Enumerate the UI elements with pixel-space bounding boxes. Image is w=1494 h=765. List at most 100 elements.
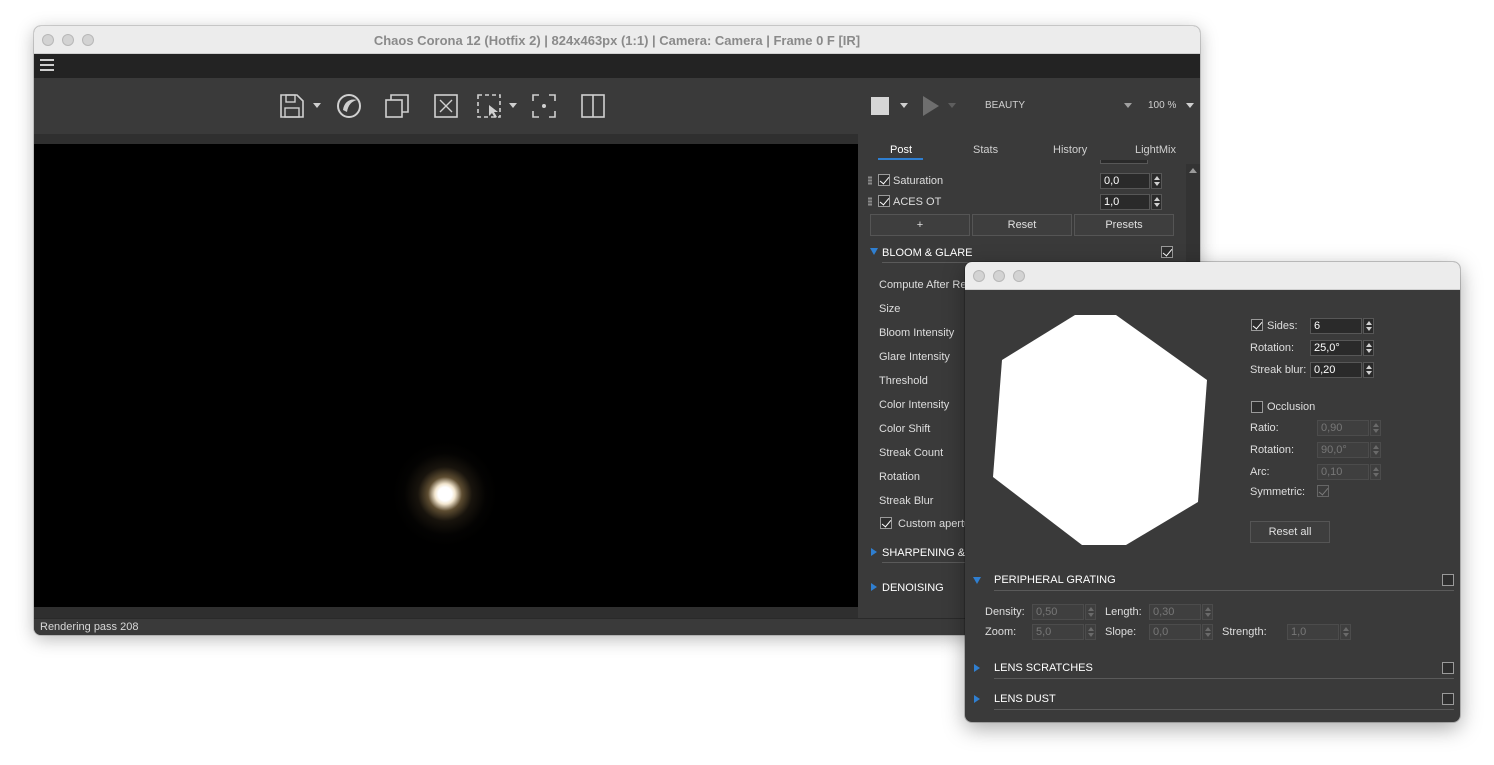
length-label: Length: bbox=[1105, 606, 1142, 618]
size-label: Size bbox=[879, 303, 901, 315]
close-window-button[interactable] bbox=[973, 270, 985, 282]
rendered-light-source bbox=[385, 434, 505, 554]
section-divider bbox=[994, 590, 1454, 591]
color-shift-label: Color Shift bbox=[879, 423, 931, 435]
aperture-titlebar bbox=[965, 262, 1460, 290]
tab-stats[interactable]: Stats bbox=[973, 144, 998, 156]
hamburger-icon[interactable] bbox=[40, 59, 54, 71]
zoom-level[interactable]: 100 % bbox=[1148, 100, 1176, 111]
zoom-field: 5,0 bbox=[1032, 624, 1084, 640]
occlusion-checkbox[interactable] bbox=[1251, 401, 1263, 413]
density-spinner bbox=[1085, 604, 1096, 620]
arc-label: Arc: bbox=[1250, 466, 1270, 478]
expand-down-icon[interactable] bbox=[870, 248, 878, 255]
clear-icon[interactable] bbox=[433, 92, 459, 120]
zoom-spinner bbox=[1085, 624, 1096, 640]
strength-label: Strength: bbox=[1222, 626, 1267, 638]
sides-label: Sides: bbox=[1267, 320, 1298, 332]
presets-button[interactable]: Presets bbox=[1074, 214, 1174, 236]
save-icon[interactable] bbox=[279, 92, 305, 120]
pass-dropdown-icon[interactable] bbox=[1124, 103, 1132, 108]
zoom-window-button[interactable] bbox=[1013, 270, 1025, 282]
streak-count-label: Streak Count bbox=[879, 447, 944, 459]
saturation-field[interactable]: 0,0 bbox=[1100, 173, 1150, 189]
custom-aperture-checkbox[interactable] bbox=[880, 517, 892, 529]
tab-history[interactable]: History bbox=[1053, 144, 1087, 156]
aces-field[interactable]: 1,0 bbox=[1100, 194, 1150, 210]
window-title: Chaos Corona 12 (Hotfix 2) | 824x463px (… bbox=[373, 33, 861, 48]
tab-lightmix[interactable]: LightMix bbox=[1135, 144, 1176, 156]
arc-field: 0,10 bbox=[1317, 464, 1369, 480]
lens-scratches-checkbox[interactable] bbox=[1442, 662, 1454, 674]
bloom-glare-enable-checkbox[interactable] bbox=[1161, 246, 1173, 258]
lens-dust-title[interactable]: LENS DUST bbox=[994, 693, 1056, 705]
save-dropdown-icon[interactable] bbox=[313, 103, 321, 108]
play-icon[interactable] bbox=[923, 96, 939, 116]
rotation-label: Rotation: bbox=[1250, 342, 1295, 354]
focus-point-icon[interactable] bbox=[531, 92, 557, 120]
strength-spinner bbox=[1340, 624, 1351, 640]
occ-rotation-spinner bbox=[1370, 442, 1381, 458]
occ-rotation-label: Rotation: bbox=[1250, 444, 1295, 456]
zoom-dropdown-icon[interactable] bbox=[1186, 103, 1194, 108]
region-select-icon[interactable] bbox=[476, 92, 502, 120]
saturation-spinner[interactable] bbox=[1151, 173, 1162, 189]
stop-dropdown-icon[interactable] bbox=[900, 103, 908, 108]
saturation-checkbox[interactable] bbox=[878, 174, 890, 186]
menubar bbox=[34, 54, 1200, 78]
color-intensity-label: Color Intensity bbox=[879, 399, 950, 411]
reset-button[interactable]: Reset bbox=[972, 214, 1072, 236]
expand-right-icon[interactable] bbox=[871, 548, 877, 556]
slope-label: Slope: bbox=[1105, 626, 1137, 638]
scroll-up-icon[interactable] bbox=[1189, 168, 1197, 173]
expand-right-icon[interactable] bbox=[974, 695, 980, 703]
lens-dust-checkbox[interactable] bbox=[1442, 693, 1454, 705]
reset-all-button[interactable]: Reset all bbox=[1250, 521, 1330, 543]
rotation-spinner[interactable] bbox=[1363, 340, 1374, 356]
sharpening-title[interactable]: SHARPENING & B bbox=[882, 547, 976, 559]
peripheral-grating-checkbox[interactable] bbox=[1442, 574, 1454, 586]
peripheral-grating-title[interactable]: PERIPHERAL GRATING bbox=[994, 574, 1116, 586]
denoising-title[interactable]: DENOISING bbox=[882, 582, 944, 594]
zoom-label: Zoom: bbox=[985, 626, 1017, 638]
toolbar: BEAUTY 100 % bbox=[34, 78, 1200, 134]
rotation-field[interactable]: 25,0° bbox=[1310, 340, 1362, 356]
minimize-window-button[interactable] bbox=[993, 270, 1005, 282]
expand-right-icon[interactable] bbox=[871, 583, 877, 591]
sides-field[interactable]: 6 bbox=[1310, 318, 1362, 334]
expand-right-icon[interactable] bbox=[974, 664, 980, 672]
tab-post[interactable]: Post bbox=[890, 144, 912, 156]
titlebar: Chaos Corona 12 (Hotfix 2) | 824x463px (… bbox=[34, 26, 1200, 54]
slope-field: 0,0 bbox=[1149, 624, 1201, 640]
expand-down-icon[interactable] bbox=[973, 577, 981, 584]
split-view-icon[interactable] bbox=[580, 92, 606, 120]
sides-spinner[interactable] bbox=[1363, 318, 1374, 334]
corona-logo-icon[interactable] bbox=[336, 92, 362, 120]
render-viewport[interactable] bbox=[34, 144, 858, 607]
occ-rotation-field: 90,0° bbox=[1317, 442, 1369, 458]
streak-blur-field[interactable]: 0,20 bbox=[1310, 362, 1362, 378]
bloom-glare-title[interactable]: BLOOM & GLARE bbox=[882, 247, 972, 259]
bloom-intensity-label: Bloom Intensity bbox=[879, 327, 955, 339]
drag-handle-icon[interactable] bbox=[868, 176, 872, 185]
play-dropdown-icon bbox=[948, 103, 956, 108]
streak-blur-spinner[interactable] bbox=[1363, 362, 1374, 378]
symmetric-checkbox bbox=[1317, 485, 1329, 497]
glare-intensity-label: Glare Intensity bbox=[879, 351, 950, 363]
aces-checkbox[interactable] bbox=[878, 195, 890, 207]
render-pass-selector[interactable]: BEAUTY bbox=[985, 100, 1025, 111]
streak-blur-label: Streak blur: bbox=[1250, 364, 1307, 376]
threshold-label: Threshold bbox=[879, 375, 928, 387]
symmetric-label: Symmetric: bbox=[1250, 486, 1305, 498]
lens-scratches-title[interactable]: LENS SCRATCHES bbox=[994, 662, 1093, 674]
stop-icon[interactable] bbox=[871, 97, 889, 115]
add-operator-button[interactable]: + bbox=[870, 214, 970, 236]
slope-spinner bbox=[1202, 624, 1213, 640]
aces-label: ACES OT bbox=[893, 196, 942, 208]
sides-checkbox[interactable] bbox=[1251, 319, 1263, 331]
viewport-frame-bottom bbox=[34, 607, 858, 618]
aces-spinner[interactable] bbox=[1151, 194, 1162, 210]
copy-icon[interactable] bbox=[384, 92, 410, 120]
region-dropdown-icon[interactable] bbox=[509, 103, 517, 108]
drag-handle-icon[interactable] bbox=[868, 197, 872, 206]
